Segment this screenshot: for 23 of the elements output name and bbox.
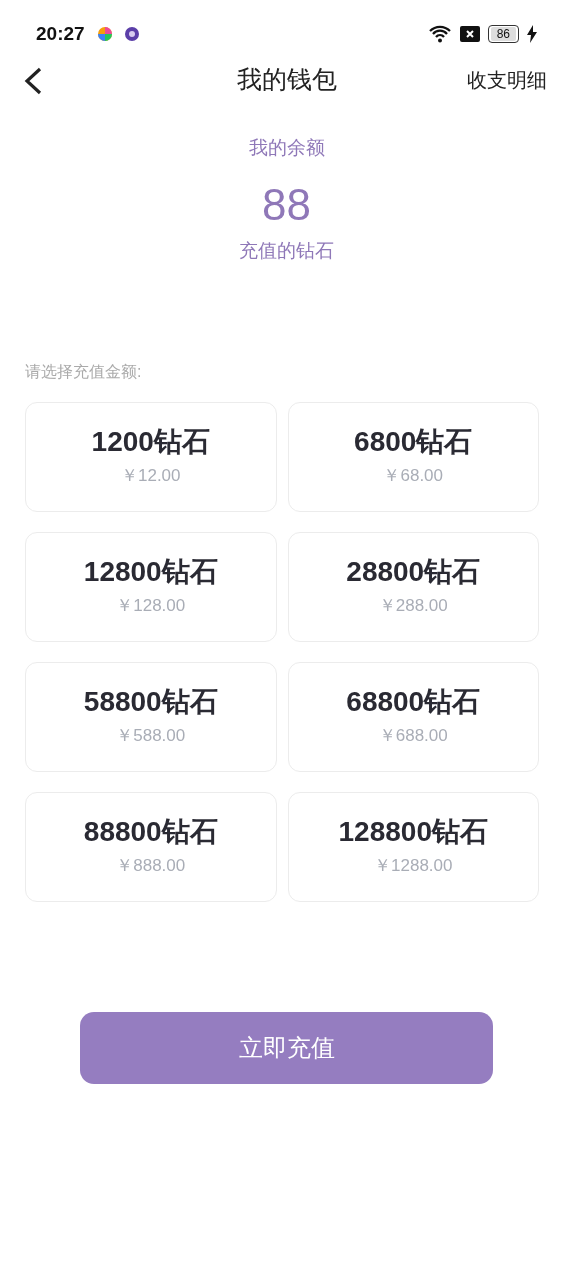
recharge-option[interactable]: 128800钻石 ￥1288.00	[287, 792, 539, 902]
balance-unit: 充值的钻石	[239, 238, 334, 263]
balance-label: 我的余额	[248, 136, 325, 160]
app-icon	[96, 26, 113, 42]
recharge-option[interactable]: 68800钻石 ￥688.00	[287, 662, 539, 772]
battery-indicator: 86	[487, 25, 519, 43]
balance-amount: 88	[262, 178, 311, 231]
charging-icon	[527, 25, 537, 43]
status-time: 20:27	[36, 21, 85, 46]
recharge-option[interactable]: 6800钻石 ￥68.00	[287, 402, 539, 512]
sim-icon	[459, 26, 480, 42]
recharge-option[interactable]: 12800钻石 ￥128.00	[25, 532, 277, 642]
back-button[interactable]	[22, 66, 44, 96]
recharge-option[interactable]: 88800钻石 ￥888.00	[25, 792, 277, 902]
wifi-icon	[427, 25, 452, 43]
amount-prompt: 请选择充值金额:	[25, 363, 142, 380]
recharge-option[interactable]: 58800钻石 ￥588.00	[25, 662, 277, 772]
page-title: 我的钱包	[236, 64, 337, 96]
recharge-button[interactable]: 立即充值	[80, 1012, 493, 1084]
transactions-link[interactable]: 收支明细	[467, 65, 547, 95]
app-icon	[124, 27, 139, 41]
recharge-option[interactable]: 28800钻石 ￥288.00	[287, 532, 539, 642]
recharge-option[interactable]: 1200钻石 ￥12.00	[25, 402, 277, 512]
